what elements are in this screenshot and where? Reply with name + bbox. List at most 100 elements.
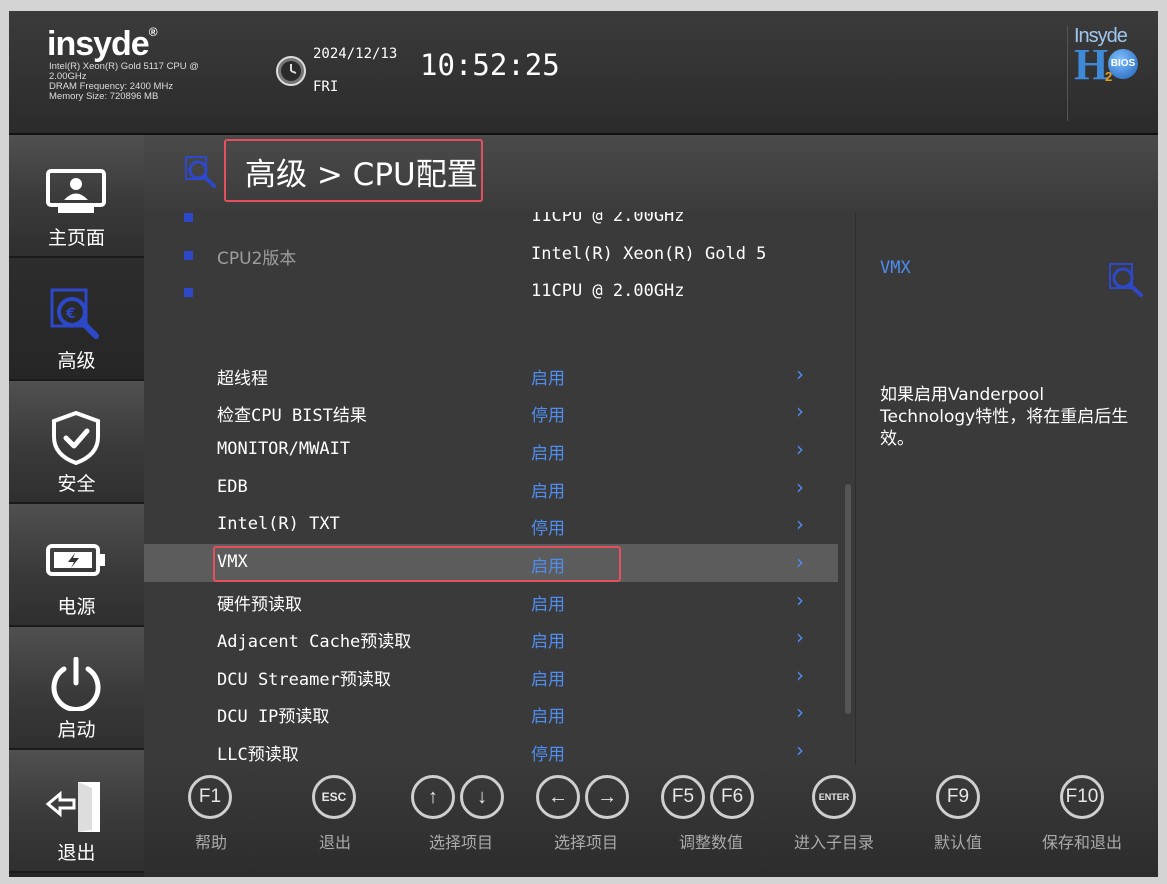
key-leftright-select[interactable]: ← → [536,775,630,819]
svg-text:€: € [65,306,76,322]
chevron-right-icon: › [796,437,804,461]
advanced-icon: € [50,288,99,339]
sidebar-item-label: 主页面 [47,227,105,249]
system-info: Intel(R) Xeon(R) Gold 5117 CPU @ 2.00GHz… [49,62,249,102]
f1-key-icon: F1 [188,775,232,819]
arrow-down-icon: ↓ [460,775,505,819]
setting-row-edb[interactable]: EDB 启用 › [144,469,838,507]
f9-key-icon: F9 [936,775,980,819]
sidebar-item-security[interactable]: 安全 [9,381,144,504]
row-label: DCU Streamer预读取 [217,670,391,690]
row-value[interactable]: 启用 [531,590,565,615]
row-value[interactable]: 停用 [531,514,565,539]
row-value[interactable]: 启用 [531,477,565,502]
sidebar-item-main[interactable]: 主页面 [9,135,144,258]
key-label: 退出 [318,833,351,852]
bullet-icon [184,213,193,222]
chevron-right-icon: › [796,399,804,423]
sidebar-item-exit[interactable]: 退出 [9,750,144,873]
scrollbar-thumb[interactable] [845,484,851,714]
row-label: 检查CPU BIST结果 [217,406,367,426]
memory-size: Memory Size: 720896 MB [49,91,159,102]
key-label: 选择项目 [428,833,493,852]
clock-icon [276,56,306,86]
row-label: Intel(R) TXT [217,514,340,534]
chevron-right-icon: › [796,738,804,762]
setting-row-llc-prefetch[interactable]: LLC预读取 停用 › [144,732,838,765]
key-updown-select[interactable]: ↑ ↓ [411,775,505,819]
power-icon [51,657,101,711]
row-value[interactable]: 启用 [531,702,565,727]
chevron-right-icon: › [796,625,804,649]
row-value[interactable]: 启用 [531,439,565,464]
key-label: 调整数值 [678,833,743,852]
scrollbar[interactable] [843,212,853,765]
setting-row-monitor-mwait[interactable]: MONITOR/MWAIT 启用 › [144,431,838,469]
key-label: 保存和退出 [1041,833,1122,852]
row-label: EDB [217,477,248,497]
setting-row-dcu-streamer[interactable]: DCU Streamer预读取 启用 › [144,657,838,695]
info-row: CPU2版本 Intel(R) Xeon(R) Gold 5 [144,236,838,274]
row-value[interactable]: 停用 [531,401,565,426]
battery-icon [46,544,105,576]
row-value[interactable]: 停用 [531,740,565,765]
setting-row-hw-prefetch[interactable]: 硬件预读取 启用 › [144,582,838,620]
chevron-right-icon: › [796,475,804,499]
setting-row-intel-txt[interactable]: Intel(R) TXT 停用 › [144,506,838,544]
key-label: 选择项目 [553,833,618,852]
row-value[interactable]: 启用 [531,364,565,389]
key-esc-exit[interactable]: ESC [312,775,356,819]
sidebar-item-boot[interactable]: 启动 [9,627,144,750]
row-value[interactable]: 启用 [531,665,565,690]
bullet-icon [184,288,193,297]
key-f9-default[interactable]: F9 [936,775,980,819]
date-display: 2024/12/13 [313,46,398,62]
arrow-up-icon: ↑ [411,775,455,819]
footer-keybar: F1 帮助 ESC 退出 ↑ ↓ 选择项目 ← → 选择项目 F5 F6 调整数… [144,765,1158,877]
title-bar: 高级 > CPU配置 [144,135,1158,212]
key-f10-save-exit[interactable]: F10 [1060,775,1104,819]
chevron-right-icon: › [796,512,804,536]
setting-row-hyperthreading[interactable]: 超线程 启用 › [144,356,838,394]
key-f1-help[interactable]: F1 [188,775,232,819]
setting-row-cpu-bist[interactable]: 检查CPU BIST结果 停用 › [144,393,838,431]
sidebar-item-label: 高级 [57,350,96,372]
enter-key-icon: ENTER [812,775,856,819]
help-panel: VMX 如果启用Vanderpool Technology特性，将在重启后生效。 [855,212,1158,765]
advanced-icon [1109,263,1143,297]
main-panel: 高级 > CPU配置 11CPU @ 2.00GHz CPU2版本 Intel(… [144,135,1158,765]
monitor-icon [46,169,106,213]
esc-key-icon: ESC [312,775,356,819]
row-label: MONITOR/MWAIT [217,439,351,459]
header-bar: insyde® Intel(R) Xeon(R) Gold 5117 CPU @… [9,11,1158,135]
help-title: VMX [880,258,911,278]
sidebar-item-advanced[interactable]: € 高级 [9,258,144,381]
row-label: CPU2版本 [217,249,297,269]
brand-divider [1067,26,1068,121]
sidebar-item-label: 退出 [57,842,96,864]
key-f5f6-adjust[interactable]: F5 F6 [661,775,755,819]
logo-text: insyde [47,25,150,63]
key-enter-submenu[interactable]: ENTER [812,775,856,819]
setting-row-dcu-ip[interactable]: DCU IP预读取 启用 › [144,694,838,732]
sidebar-item-label: 安全 [57,473,96,495]
setting-row-adjacent-cache[interactable]: Adjacent Cache预读取 启用 › [144,619,838,657]
sidebar-item-power[interactable]: 电源 [9,504,144,627]
breadcrumb: 高级 > CPU配置 [245,157,478,193]
insyde-h2o-logo: Insyde H 2 BIOS [1072,25,1142,95]
bios-window: insyde® Intel(R) Xeon(R) Gold 5117 CPU @… [9,11,1158,877]
selection-highlight [213,546,621,582]
chevron-right-icon: › [796,588,804,612]
row-value[interactable]: 启用 [531,627,565,652]
key-label: 进入子目录 [793,833,874,852]
row-label: Adjacent Cache预读取 [217,632,412,652]
f5-key-icon: F5 [661,775,705,819]
shield-icon [52,411,100,465]
row-value: 11CPU @ 2.00GHz [531,281,685,301]
row-value: 11CPU @ 2.00GHz [531,212,685,226]
insyde-logo: insyde® [47,25,158,63]
info-row: 11CPU @ 2.00GHz [144,212,838,236]
arrow-left-icon: ← [536,775,580,819]
info-row: 11CPU @ 2.00GHz [144,273,838,311]
arrow-right-icon: → [585,775,630,819]
